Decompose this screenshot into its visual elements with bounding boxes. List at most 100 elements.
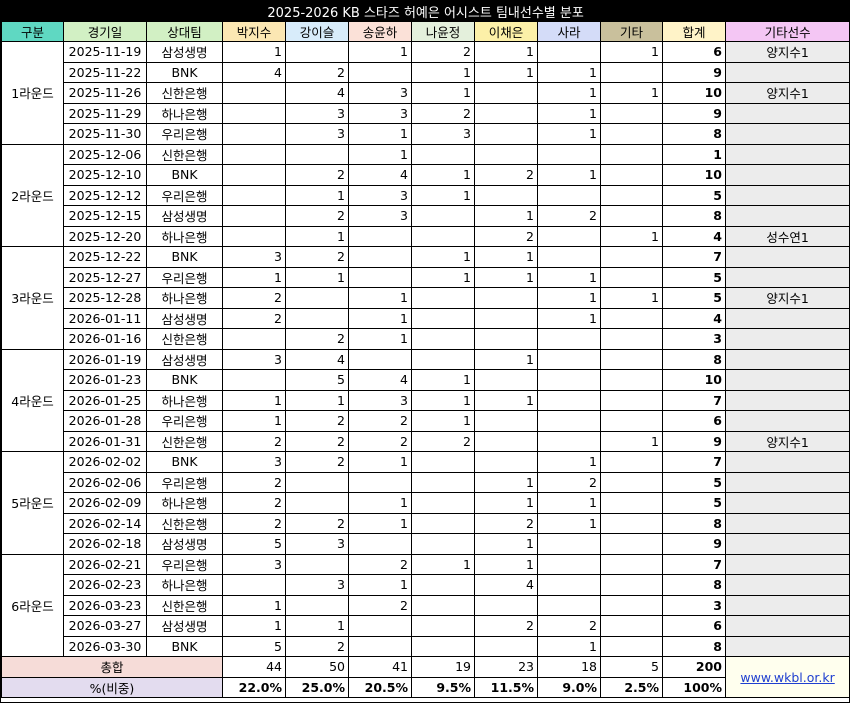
header-cell: 상대팀 <box>146 21 223 42</box>
assist-count: 2 <box>474 225 538 247</box>
assist-count: 2 <box>411 41 475 63</box>
game-date: 2026-01-19 <box>63 348 147 370</box>
assist-count: 3 <box>285 102 349 124</box>
assist-count: 2 <box>348 430 412 452</box>
assist-count: 1 <box>537 266 601 288</box>
assist-count: 2 <box>474 512 538 534</box>
assist-count: 1 <box>537 635 601 657</box>
game-total: 7 <box>662 451 726 473</box>
assist-count: 2 <box>285 164 349 186</box>
table-row: 2026-01-16 신한은행 2 1 3 <box>2 328 850 350</box>
table-row: 2026-01-25 하나은행 1 1 3 1 1 7 <box>2 389 850 411</box>
assist-count <box>222 369 286 391</box>
game-date: 2026-01-31 <box>63 430 147 452</box>
opponent-team: 삼성생명 <box>146 348 223 370</box>
assist-count: 3 <box>222 451 286 473</box>
opponent-team: 우리은행 <box>146 471 223 493</box>
assist-count: 3 <box>285 533 349 555</box>
assist-count <box>537 143 601 165</box>
assist-count <box>474 410 538 432</box>
game-date: 2026-02-21 <box>63 553 147 575</box>
assist-distribution-sheet: 2025-2026 KB 스타즈 허예은 어시스트 팀내선수별 분포 구분 경기일… <box>0 0 850 703</box>
header-row: 구분 경기일 상대팀 박지수 강이슬 송윤하 나윤정 이채은 사라 기타 합계 기타선수 <box>1 21 850 42</box>
assist-count: 1 <box>474 348 538 370</box>
game-date: 2025-12-22 <box>63 246 147 268</box>
game-total: 10 <box>662 82 726 104</box>
assist-count <box>537 410 601 432</box>
opponent-team: BNK <box>146 451 223 473</box>
assist-count <box>537 553 601 575</box>
game-date: 2025-11-19 <box>63 41 147 63</box>
assist-count <box>348 61 412 83</box>
player-total: 41 <box>348 656 412 678</box>
assist-count <box>474 102 538 124</box>
other-player <box>724 574 850 596</box>
table-row: 2026-01-31 신한은행 2 2 2 2 1 9 양지수1 <box>2 430 850 452</box>
table-row: 2026-02-06 우리은행 2 1 2 5 <box>2 471 850 493</box>
game-date: 2025-12-15 <box>63 205 147 227</box>
assist-count <box>537 430 601 452</box>
assist-count: 1 <box>537 164 601 186</box>
assist-count: 2 <box>222 471 286 493</box>
assist-count: 1 <box>411 184 475 206</box>
table-row: 2025-12-20 하나은행 1 2 1 4 성수연1 <box>2 225 850 247</box>
table-row: 3라운드 2025-12-22 BNK 3 2 1 1 7 <box>1 246 850 350</box>
assist-count <box>474 369 538 391</box>
opponent-team: 하나은행 <box>146 492 223 514</box>
table-row: 2025-12-15 삼성생명 2 3 1 2 8 <box>2 205 850 227</box>
assist-count <box>474 82 538 104</box>
other-player <box>724 348 850 370</box>
assist-count: 1 <box>537 61 601 83</box>
game-date: 2025-12-28 <box>63 287 147 309</box>
table-row: 2026-01-11 삼성생명 2 1 1 4 <box>2 307 850 329</box>
opponent-team: 우리은행 <box>146 184 223 206</box>
game-date: 2026-02-14 <box>63 512 147 534</box>
assist-count: 1 <box>537 287 601 309</box>
assist-count: 1 <box>348 307 412 329</box>
other-player <box>724 615 850 637</box>
assist-count: 1 <box>411 389 475 411</box>
assist-count: 2 <box>348 594 412 616</box>
game-date: 2026-02-23 <box>63 574 147 596</box>
assist-count: 1 <box>474 389 538 411</box>
opponent-team: 삼성생명 <box>146 307 223 329</box>
assist-count <box>600 184 663 206</box>
other-player <box>724 553 850 575</box>
assist-count: 3 <box>285 574 349 596</box>
game-total: 6 <box>662 410 726 432</box>
assist-count: 1 <box>474 553 538 575</box>
assist-count: 1 <box>537 307 601 329</box>
assist-count: 2 <box>285 430 349 452</box>
assist-count: 4 <box>285 348 349 370</box>
assist-count <box>537 348 601 370</box>
game-total: 9 <box>662 61 726 83</box>
other-player <box>724 205 850 227</box>
game-date: 2025-12-12 <box>63 184 147 206</box>
assist-count <box>537 369 601 391</box>
assist-count: 5 <box>222 533 286 555</box>
assist-count: 1 <box>285 389 349 411</box>
player-percent: 9.0% <box>537 676 601 698</box>
game-date: 2026-03-27 <box>63 615 147 637</box>
assist-count <box>285 471 349 493</box>
assist-count: 1 <box>222 410 286 432</box>
assist-count <box>474 328 538 350</box>
table-row: 2026-03-30 BNK 5 2 1 8 <box>2 635 850 657</box>
assist-count <box>411 533 475 555</box>
assist-count <box>600 389 663 411</box>
assist-count: 4 <box>348 164 412 186</box>
assist-count: 1 <box>285 184 349 206</box>
game-date: 2026-02-09 <box>63 492 147 514</box>
game-total: 8 <box>662 635 726 657</box>
game-total: 1 <box>662 143 726 165</box>
table-row: 2026-03-23 신한은행 1 2 3 <box>2 594 850 616</box>
opponent-team: 삼성생명 <box>146 205 223 227</box>
game-date: 2025-11-22 <box>63 61 147 83</box>
source-link[interactable]: www.wkbl.or.kr <box>724 656 850 698</box>
assist-count <box>600 471 663 493</box>
header-cell: 송윤하 <box>348 21 412 42</box>
game-date: 2026-02-02 <box>63 451 147 473</box>
assist-count <box>600 492 663 514</box>
assist-count: 1 <box>411 82 475 104</box>
assist-count: 2 <box>285 451 349 473</box>
